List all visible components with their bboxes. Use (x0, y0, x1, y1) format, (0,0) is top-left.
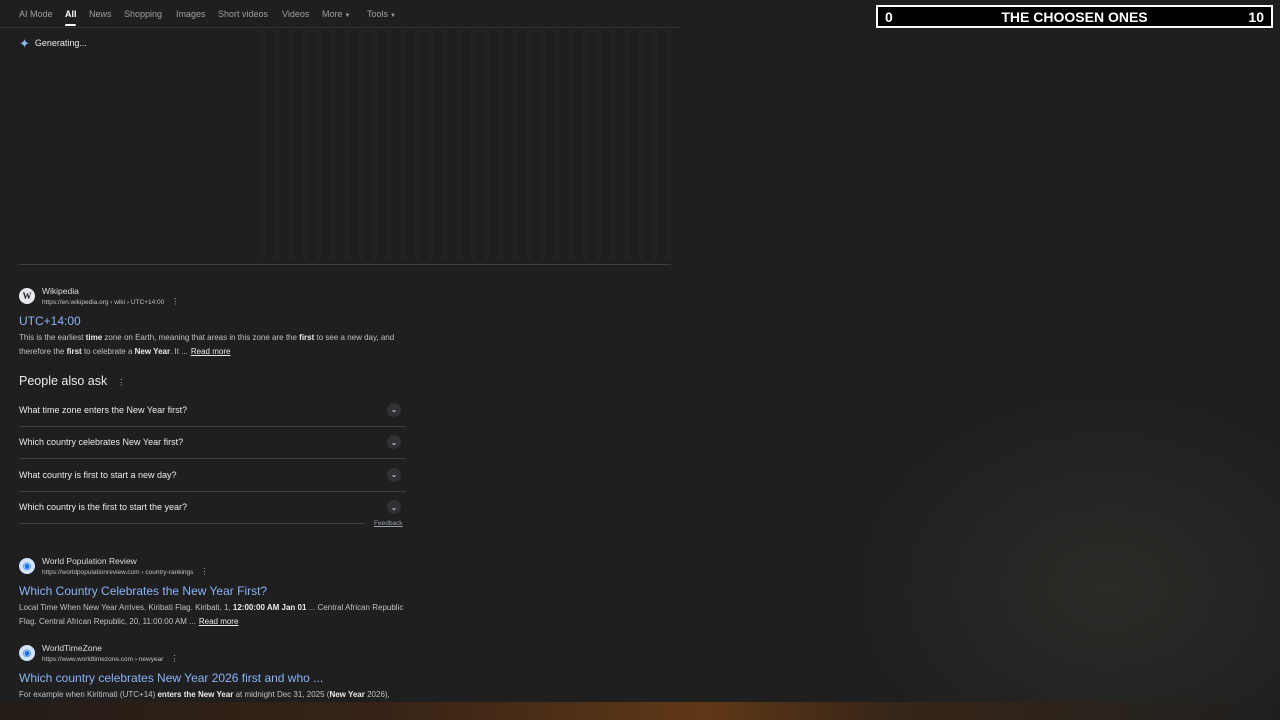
result-source[interactable]: W Wikipedia https://en.wikipedia.org › w… (19, 286, 419, 308)
chevron-down-icon: ⌄ (387, 500, 401, 515)
result-snippet: This is the earliest time zone on Earth,… (19, 331, 419, 359)
search-tabs-bar: AI Mode All News Shopping Images Short v… (0, 0, 680, 28)
score-right: 10 (1248, 9, 1264, 25)
caret-down-icon: ▼ (390, 13, 396, 19)
chevron-down-icon: ⌄ (387, 402, 401, 417)
section-divider (19, 264, 671, 265)
sparkle-icon: ✦ (19, 35, 30, 51)
tab-images[interactable]: Images (176, 9, 206, 19)
webcam-background (850, 390, 1280, 720)
search-result-worldtimezone: ◉ WorldTimeZone https://www.worldtimezon… (19, 643, 419, 702)
caret-down-icon: ▼ (344, 13, 351, 19)
read-more-link[interactable]: Read more (191, 347, 231, 356)
result-url: https://worldpopulationreview.com › coun… (42, 567, 208, 578)
wikipedia-favicon-icon: W (19, 288, 35, 304)
paa-question-text: What country is first to start a new day… (19, 469, 177, 480)
read-more-link[interactable]: Read more (199, 617, 239, 626)
result-url-text: https://www.worldtimezone.com › newyear (42, 656, 164, 663)
globe-favicon-icon: ◉ (19, 558, 35, 574)
feedback-link[interactable]: Feedback (374, 520, 403, 527)
paa-question-text: What time zone enters the New Year first… (19, 404, 188, 415)
paa-question-text: Which country is the first to start the … (19, 502, 188, 513)
paa-question[interactable]: What time zone enters the New Year first… (19, 394, 406, 427)
bottom-light-strip (0, 702, 1280, 720)
chevron-down-icon: ⌄ (387, 435, 401, 450)
tab-more-label: More (322, 9, 343, 19)
result-title-link[interactable]: UTC+14:00 (19, 313, 419, 329)
people-also-ask-list: What time zone enters the New Year first… (19, 394, 406, 523)
paa-question[interactable]: Which country celebrates New Year first?… (19, 427, 406, 459)
result-title-link[interactable]: Which Country Celebrates the New Year Fi… (19, 583, 419, 599)
tools-label: Tools (367, 9, 389, 19)
paa-question[interactable]: Which country is the first to start the … (19, 492, 406, 524)
paa-question-text: Which country celebrates New Year first? (19, 437, 184, 448)
scoreboard-title: THE CHOOSEN ONES (1001, 9, 1148, 25)
ai-overview-placeholder (260, 30, 680, 260)
result-source[interactable]: ◉ World Population Review https://worldp… (19, 556, 419, 578)
tab-shopping[interactable]: Shopping (124, 9, 162, 19)
result-site-name: Wikipedia (42, 286, 79, 296)
tab-ai-mode[interactable]: AI Mode (19, 9, 53, 19)
search-result-wikipedia: W Wikipedia https://en.wikipedia.org › w… (19, 286, 419, 359)
result-site-name: World Population Review (42, 556, 137, 566)
ai-overview-status: ✦ Generating... (19, 35, 87, 51)
feedback-divider (19, 523, 365, 524)
tab-all[interactable]: All (65, 9, 77, 19)
search-result-worldpopulationreview: ◉ World Population Review https://worldp… (19, 556, 419, 629)
kebab-menu-icon[interactable]: ⋮ (171, 297, 179, 306)
result-url: https://en.wikipedia.org › wiki › UTC+14… (42, 297, 179, 308)
result-url-text: https://worldpopulationreview.com › coun… (42, 569, 194, 576)
scoreboard-overlay: 0 THE CHOOSEN ONES 10 (876, 5, 1273, 28)
result-snippet: Local Time When New Year Arrives. Kiriba… (19, 601, 419, 629)
tab-videos[interactable]: Videos (282, 9, 309, 19)
result-title-link[interactable]: Which country celebrates New Year 2026 f… (19, 670, 419, 686)
tab-news[interactable]: News (89, 9, 112, 19)
paa-question[interactable]: What country is first to start a new day… (19, 459, 406, 492)
generating-label: Generating... (34, 38, 87, 48)
tab-more[interactable]: More ▼ (322, 9, 350, 19)
chevron-down-icon: ⌄ (387, 467, 401, 482)
kebab-menu-icon[interactable]: ⋮ (117, 378, 125, 387)
paa-title-text: People also ask (19, 374, 108, 388)
nav-divider (0, 27, 680, 28)
webcam-overlay (850, 390, 1280, 720)
kebab-menu-icon[interactable]: ⋮ (170, 654, 178, 663)
result-snippet-text: For example when Kiritimati (UTC+14) ent… (19, 690, 390, 699)
result-site-name: WorldTimeZone (42, 643, 102, 653)
tab-short-videos[interactable]: Short videos (218, 9, 268, 19)
result-url-text: https://en.wikipedia.org › wiki › UTC+14… (42, 299, 165, 306)
kebab-menu-icon[interactable]: ⋮ (200, 567, 208, 576)
tools-button[interactable]: Tools ▼ (367, 9, 396, 19)
result-url: https://www.worldtimezone.com › newyear ⋮ (42, 654, 178, 665)
globe-favicon-icon: ◉ (19, 645, 35, 661)
result-snippet: For example when Kiritimati (UTC+14) ent… (19, 688, 419, 702)
active-tab-indicator (65, 24, 76, 26)
result-source[interactable]: ◉ WorldTimeZone https://www.worldtimezon… (19, 643, 419, 665)
people-also-ask-heading: People also ask ⋮ (19, 374, 125, 388)
